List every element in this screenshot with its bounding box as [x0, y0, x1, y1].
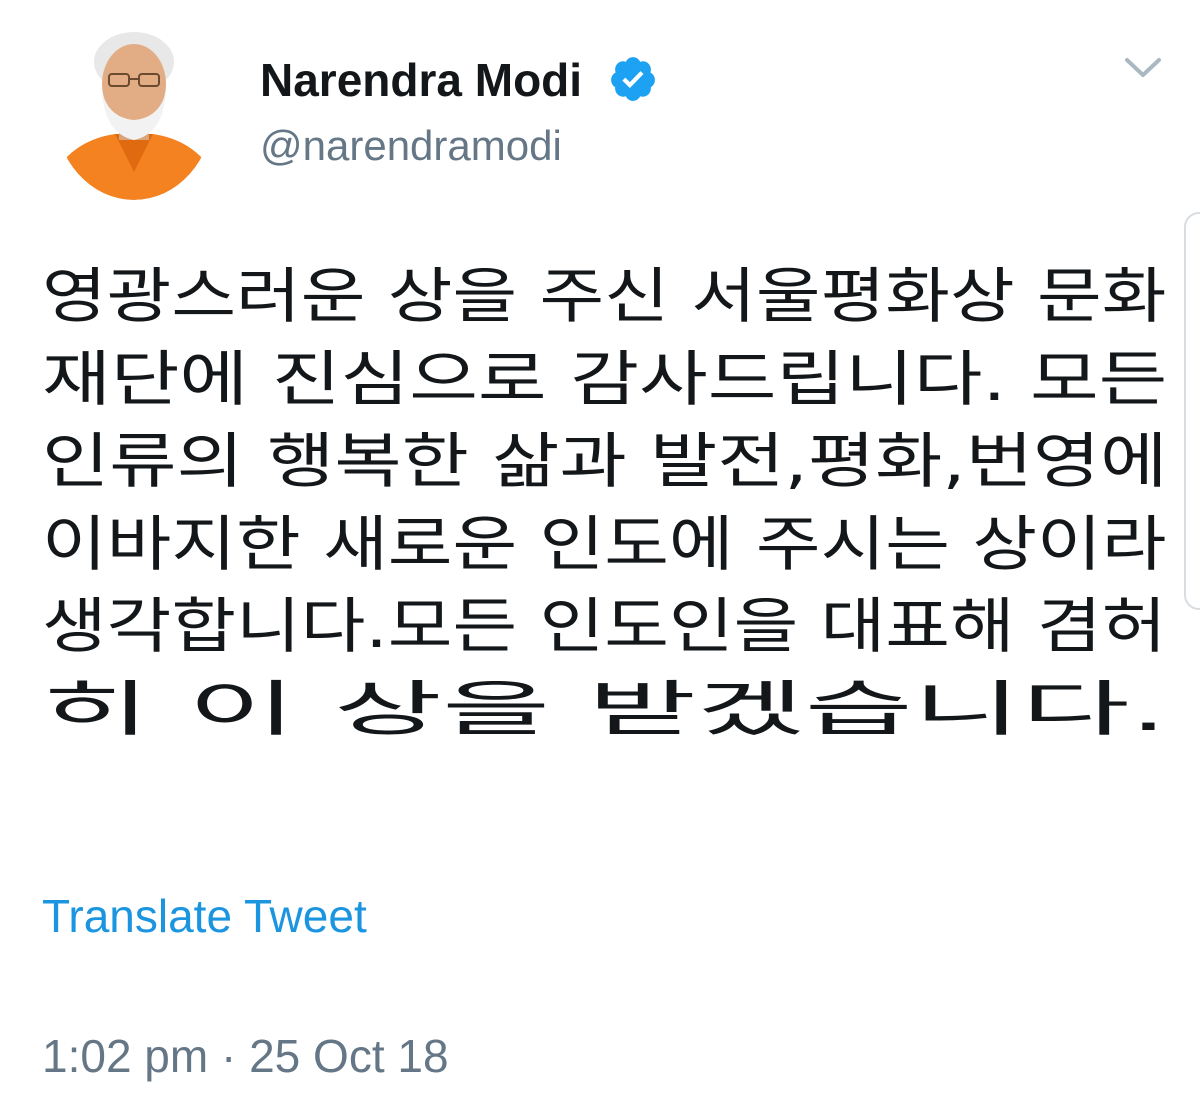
tweet-text: 영광스러운 상을 주신 서울평화상 문화 재단에 진심으로 감사드립니다. 모든… — [42, 256, 1172, 751]
tweet-timestamp[interactable]: 1:02 pm · 25 Oct 18 — [42, 1028, 449, 1084]
tweet-text-line: 인류의 행복한 삶과 발전,평화,번영에 — [42, 427, 1168, 497]
verified-badge-icon — [611, 57, 655, 101]
translate-tweet-link[interactable]: Translate Tweet — [42, 888, 367, 944]
scrollbar[interactable] — [1184, 212, 1200, 610]
tweet-text-line: 생각합니다.모든 인도인을 대표해 겸허 — [42, 592, 1167, 662]
tweet-text-line: 재단에 진심으로 감사드립니다. 모든 — [42, 344, 1168, 415]
profile-photo-icon — [55, 22, 213, 200]
author-name[interactable]: Narendra Modi — [260, 52, 582, 108]
author-handle[interactable]: @narendramodi — [260, 120, 562, 172]
avatar[interactable] — [55, 22, 213, 200]
tweet-text-line: 영광스러운 상을 주신 서울평화상 문화 — [42, 262, 1167, 332]
tweet-text-line: 히 이 상을 받겠습니다. — [42, 674, 1168, 745]
tweet-text-line: 이바지한 새로운 인도에 주시는 상이라 — [42, 509, 1167, 580]
chevron-down-icon[interactable] — [1124, 56, 1162, 80]
